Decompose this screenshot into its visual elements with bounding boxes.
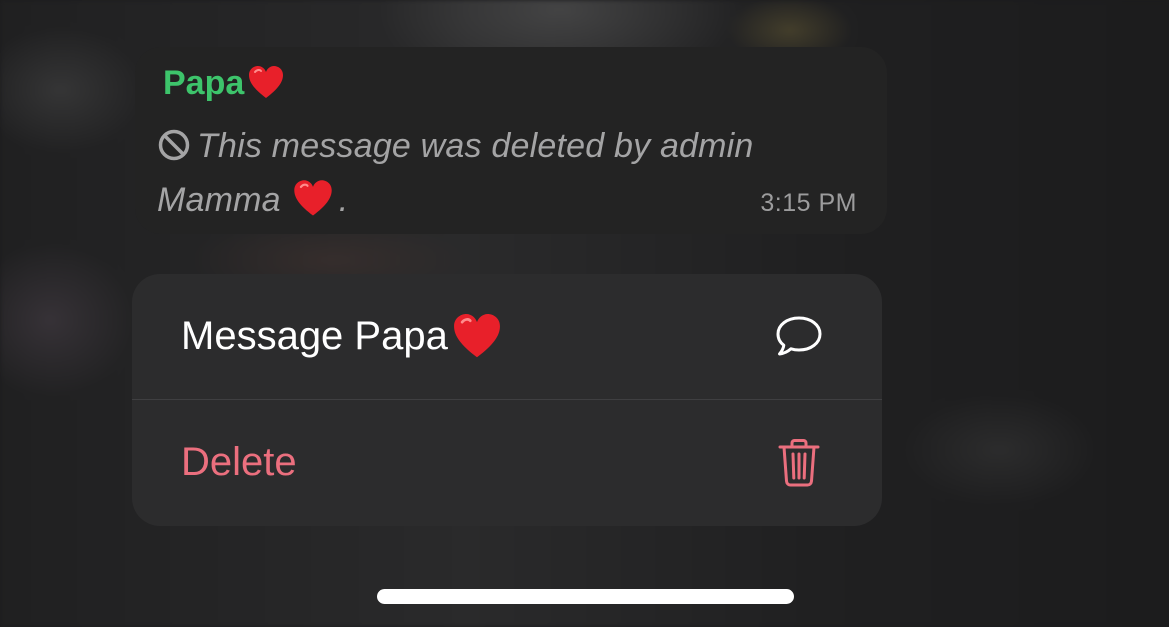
message-papa-label: Message Papa [181, 310, 504, 364]
context-menu: Message Papa Delete [132, 274, 882, 526]
delete-label: Delete [181, 440, 297, 484]
home-indicator[interactable] [377, 589, 794, 604]
red-heart-icon [450, 310, 504, 364]
message-bubble: Papa This message was deleted by admin M… [135, 47, 887, 234]
deleted-message-label: This message was deleted by admin Mamma [157, 127, 754, 219]
sender-name-label: Papa [163, 63, 245, 102]
message-time: 3:15 PM [760, 189, 857, 217]
deleted-message-suffix: . [338, 181, 349, 219]
red-heart-icon [246, 63, 286, 103]
menu-item-label: Message Papa [181, 314, 448, 358]
sender-name: Papa [163, 63, 286, 103]
message-papa-menu-item[interactable]: Message Papa [132, 274, 882, 399]
prohibited-icon [157, 128, 191, 162]
red-heart-icon [291, 177, 335, 221]
chat-bubble-icon [772, 310, 826, 364]
delete-menu-item[interactable]: Delete [132, 400, 882, 525]
trash-icon [772, 436, 826, 490]
